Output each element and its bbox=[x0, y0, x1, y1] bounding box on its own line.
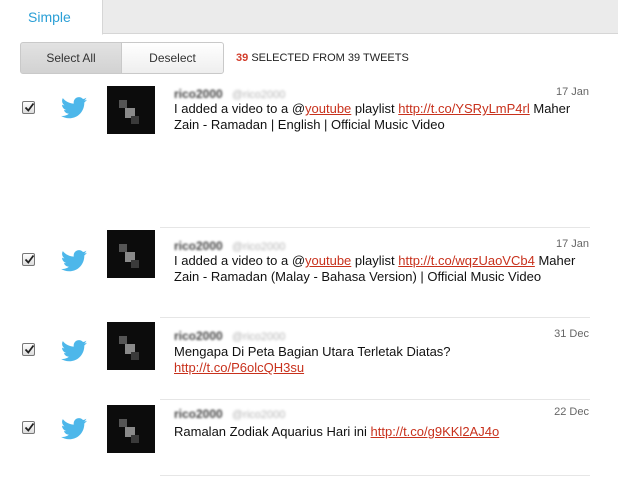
tweet-text-start: Ramalan Zodiak Aquarius Hari ini bbox=[174, 424, 371, 439]
select-all-button[interactable]: Select All bbox=[20, 42, 122, 74]
tweet-row: rico2000 @rico2000 22 Dec Ramalan Zodiak… bbox=[0, 400, 618, 476]
deselect-button[interactable]: Deselect bbox=[121, 42, 224, 74]
tweet-url-link[interactable]: http://t.co/P6olcQH3su bbox=[174, 360, 304, 375]
tab-simple-label: Simple bbox=[28, 9, 71, 25]
tweet-date: 22 Dec bbox=[554, 406, 589, 418]
tweet-row: rico2000 @rico2000 17 Jan I added a vide… bbox=[0, 228, 618, 318]
tweet-author-name: rico2000 bbox=[174, 87, 223, 101]
twitter-bird-icon bbox=[61, 340, 87, 362]
tweet-date: 17 Jan bbox=[555, 86, 589, 98]
tweet-checkbox[interactable] bbox=[22, 421, 35, 434]
tweet-text-start: I added a video to a @ bbox=[174, 101, 306, 116]
selection-summary: 39 SELECTED FROM 39 TWEETS bbox=[236, 52, 409, 64]
tweet-url-link[interactable]: http://t.co/wqzUaoVCb4 bbox=[398, 253, 535, 268]
tweet-checkbox[interactable] bbox=[22, 343, 35, 356]
selected-summary-text: SELECTED FROM 39 TWEETS bbox=[251, 52, 409, 64]
tab-bar: Simple bbox=[0, 0, 618, 35]
row-divider bbox=[160, 475, 590, 476]
tweet-checkbox[interactable] bbox=[22, 253, 35, 266]
tweet-url-link[interactable]: http://t.co/YSRyLmP4rl bbox=[398, 101, 530, 116]
tab-simple[interactable]: Simple bbox=[0, 0, 103, 35]
tweet-text: I added a video to a @youtube playlist h… bbox=[174, 253, 584, 285]
tweet-text-middle: playlist bbox=[351, 253, 399, 268]
twitter-bird-icon bbox=[61, 250, 87, 272]
tweet-author-handle: @rico2000 bbox=[232, 241, 286, 253]
avatar bbox=[107, 230, 155, 278]
tweet-text-middle: playlist bbox=[351, 101, 399, 116]
avatar bbox=[107, 405, 155, 453]
tweet-author-handle: @rico2000 bbox=[232, 331, 286, 343]
tweet-url-link[interactable]: http://t.co/g9KKl2AJ4o bbox=[371, 424, 500, 439]
tweet-text-start: I added a video to a @ bbox=[174, 253, 306, 268]
tweet-author-name: rico2000 bbox=[174, 239, 223, 253]
tweet-author-name: rico2000 bbox=[174, 329, 223, 343]
tweet-checkbox[interactable] bbox=[22, 101, 35, 114]
tweet-text: Ramalan Zodiak Aquarius Hari ini http://… bbox=[174, 424, 584, 440]
tweet-text-start: Mengapa Di Peta Bagian Utara Terletak Di… bbox=[174, 344, 451, 359]
tweet-row: rico2000 @rico2000 17 Jan I added a vide… bbox=[0, 84, 618, 228]
tweet-author-name: rico2000 bbox=[174, 407, 223, 421]
tweet-mention-link[interactable]: youtube bbox=[305, 101, 351, 116]
tweet-date: 31 Dec bbox=[554, 328, 589, 340]
tweet-text: Mengapa Di Peta Bagian Utara Terletak Di… bbox=[174, 344, 584, 376]
tweet-date: 17 Jan bbox=[555, 238, 589, 250]
selected-count: 39 bbox=[236, 52, 249, 64]
avatar bbox=[107, 86, 155, 134]
tweet-author-handle: @rico2000 bbox=[232, 409, 286, 421]
avatar bbox=[107, 322, 155, 370]
tweet-author-handle: @rico2000 bbox=[232, 89, 286, 101]
twitter-bird-icon bbox=[61, 418, 87, 440]
twitter-bird-icon bbox=[61, 97, 87, 119]
tweet-row: rico2000 @rico2000 31 Dec Mengapa Di Pet… bbox=[0, 318, 618, 400]
tweet-text: I added a video to a @youtube playlist h… bbox=[174, 101, 584, 133]
tweet-mention-link[interactable]: youtube bbox=[305, 253, 351, 268]
